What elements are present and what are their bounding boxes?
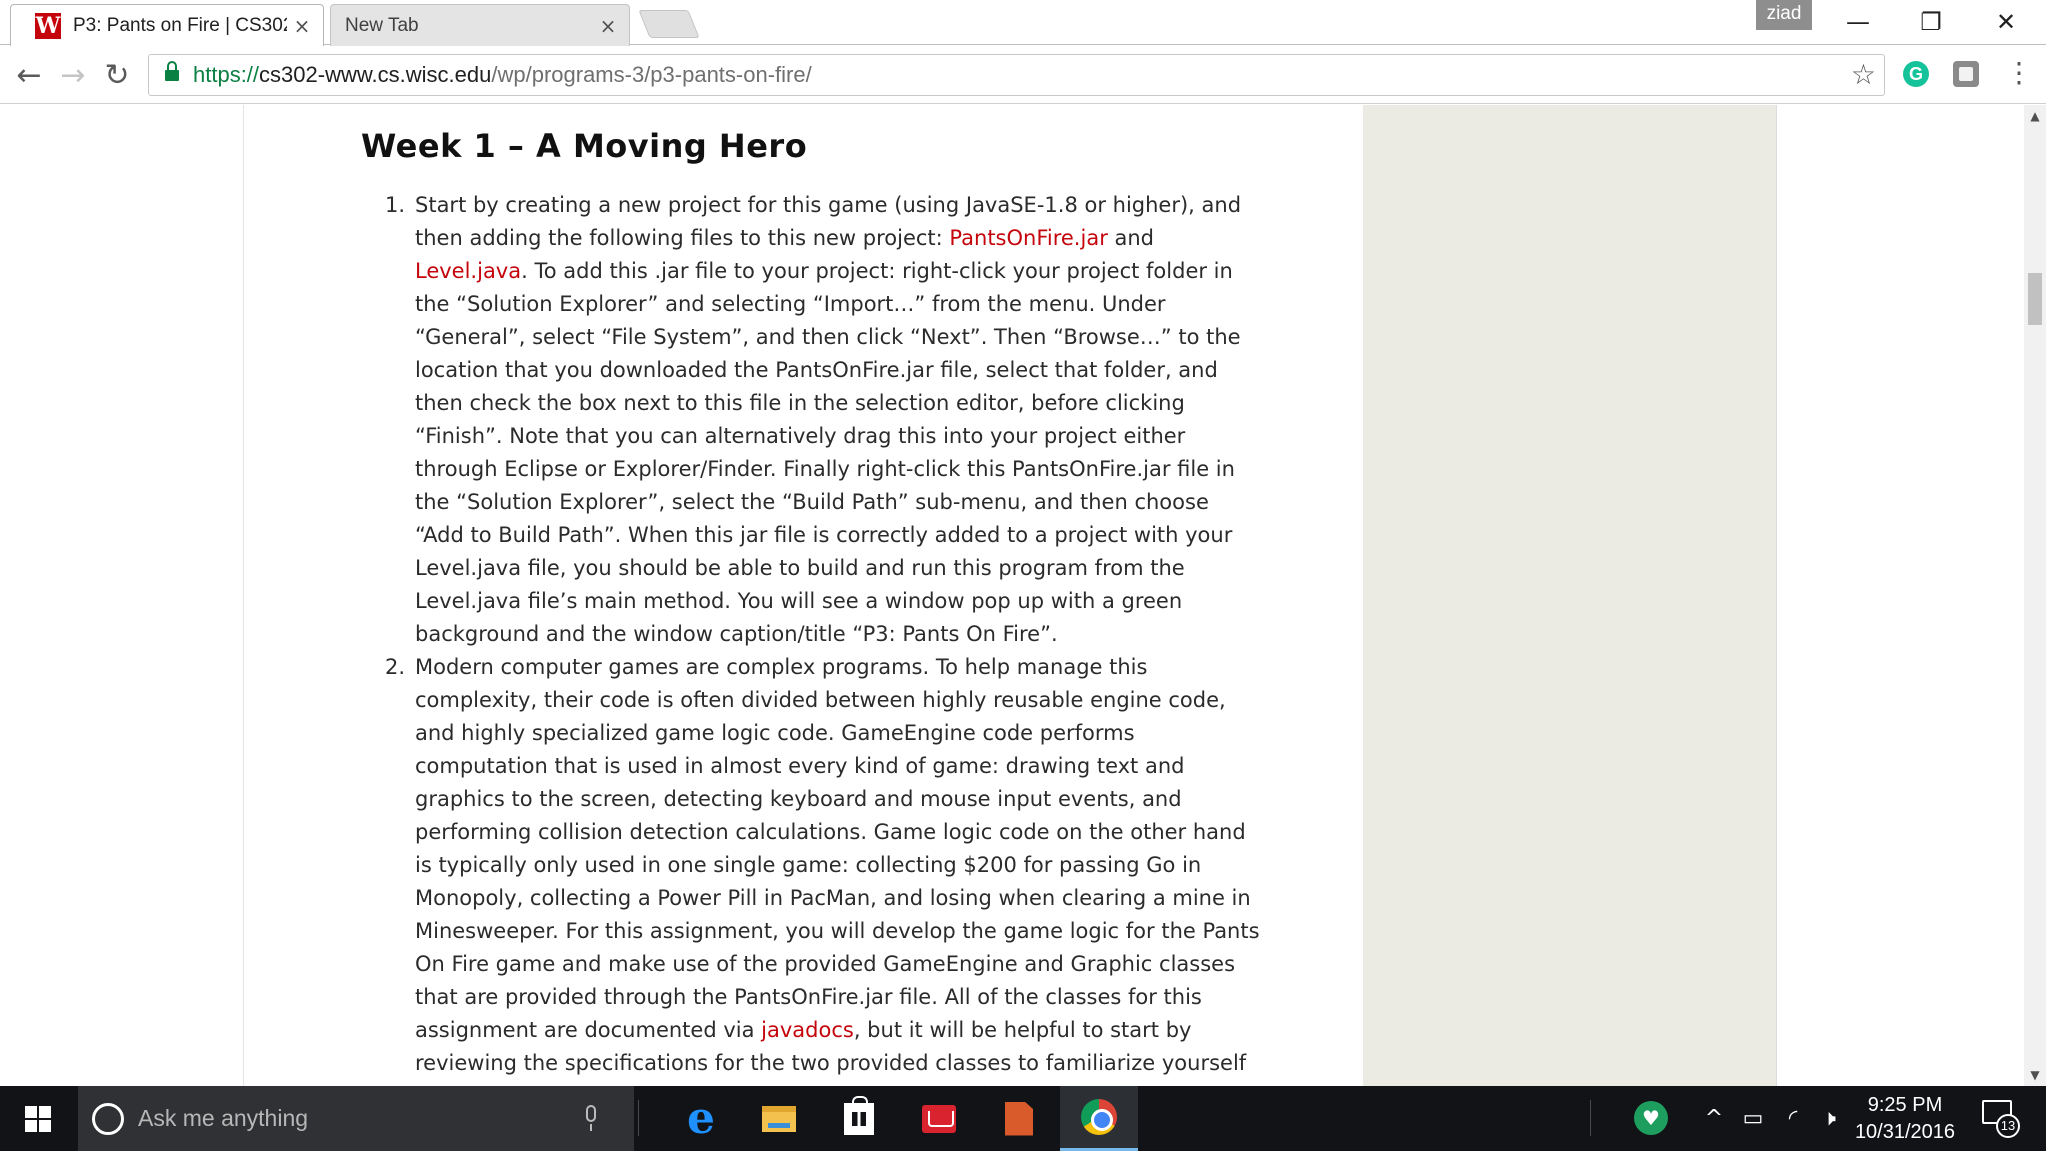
cortana-search-box[interactable]: Ask me anything xyxy=(78,1086,634,1151)
page-viewport: Week 1 – A Moving Hero 1. Start by creati… xyxy=(0,105,2024,1086)
document-taskbar-button[interactable] xyxy=(980,1086,1058,1151)
file-explorer-taskbar-button[interactable] xyxy=(740,1086,818,1151)
wisc-favicon-icon: W xyxy=(35,12,61,39)
page-scrollbar[interactable]: ▲ ▼ xyxy=(2024,105,2046,1086)
system-clock[interactable]: 9:25 PM 10/31/2016 xyxy=(1840,1092,1970,1146)
extension-icon[interactable] xyxy=(1953,61,1979,87)
tab-close-icon[interactable]: × xyxy=(593,14,623,38)
battery-icon[interactable]: ▭ xyxy=(1738,1104,1768,1134)
activity-monitor-icon[interactable]: ♥ xyxy=(1634,1101,1668,1135)
forward-icon[interactable]: → xyxy=(52,54,94,96)
edge-taskbar-button[interactable]: e xyxy=(662,1086,740,1151)
tab-p3-pants-on-fire[interactable]: W P3: Pants on Fire | CS302 × xyxy=(10,4,324,46)
instructions-list: 1. Start by creating a new project for th… xyxy=(361,189,1261,1080)
scroll-thumb[interactable] xyxy=(2028,273,2042,325)
edge-icon: e xyxy=(687,1092,715,1144)
clock-time: 9:25 PM xyxy=(1867,1094,1943,1116)
show-hidden-icons-chevron-icon[interactable]: ^ xyxy=(1700,1104,1728,1134)
list-number: 2. xyxy=(385,655,406,679)
scroll-down-icon[interactable]: ▼ xyxy=(2024,1064,2046,1086)
lock-icon xyxy=(165,61,179,83)
store-taskbar-button[interactable] xyxy=(820,1086,898,1151)
tab-strip: W P3: Pants on Fire | CS302 × New Tab × … xyxy=(0,0,2046,46)
tab-new-tab[interactable]: New Tab × xyxy=(330,4,630,46)
minimize-icon[interactable]: — xyxy=(1820,0,1896,44)
grammarly-extension-icon[interactable]: G xyxy=(1903,61,1929,87)
close-window-icon[interactable]: ✕ xyxy=(1968,0,2044,44)
tab-title: P3: Pants on Fire | CS302 xyxy=(73,14,287,36)
tab-title: New Tab xyxy=(345,14,419,36)
chrome-icon xyxy=(1081,1099,1117,1135)
taskbar: Ask me anything e ♥ ^ ▭ ◜ 🕨 9:25 PM 10/3… xyxy=(0,1086,2046,1151)
clock-date: 10/31/2016 xyxy=(1854,1121,1956,1143)
url-text: https://cs302-www.cs.wisc.edu/wp/program… xyxy=(193,62,812,87)
scroll-up-icon[interactable]: ▲ xyxy=(2024,105,2046,127)
chrome-menu-icon[interactable]: ⋮ xyxy=(2004,56,2034,92)
back-icon[interactable]: ← xyxy=(8,54,50,96)
wifi-icon[interactable]: ◜ xyxy=(1778,1104,1808,1134)
address-bar[interactable]: https://cs302-www.cs.wisc.edu/wp/program… xyxy=(148,54,1885,96)
chrome-taskbar-button[interactable] xyxy=(1060,1086,1138,1151)
list-item: 2. Modern computer games are complex prog… xyxy=(361,651,1261,1080)
section-heading: Week 1 – A Moving Hero xyxy=(361,127,808,165)
microphone-icon[interactable] xyxy=(582,1104,600,1133)
windows-logo-icon xyxy=(25,1105,51,1132)
notification-count-badge: 13 xyxy=(1996,1114,2020,1138)
start-button[interactable] xyxy=(0,1086,76,1151)
list-number: 1. xyxy=(385,193,406,217)
bookmark-star-icon[interactable]: ☆ xyxy=(1851,58,1876,91)
reader-taskbar-button[interactable] xyxy=(900,1086,978,1151)
sidebar xyxy=(1363,105,1777,1086)
taskbar-divider xyxy=(1590,1100,1591,1136)
level-java-link[interactable]: Level.java xyxy=(415,259,521,283)
action-center-icon[interactable]: 13 xyxy=(1982,1100,2020,1138)
store-icon xyxy=(844,1095,874,1135)
restore-icon[interactable]: ❐ xyxy=(1893,0,1969,44)
cortana-icon xyxy=(92,1102,124,1135)
profile-button[interactable]: ziad xyxy=(1756,0,1812,30)
new-tab-button[interactable] xyxy=(638,10,700,38)
folder-icon xyxy=(762,1105,796,1132)
tab-close-icon[interactable]: × xyxy=(287,14,317,38)
article: Week 1 – A Moving Hero 1. Start by creati… xyxy=(361,127,1261,1080)
book-icon xyxy=(922,1104,956,1133)
javadocs-link[interactable]: javadocs xyxy=(761,1018,854,1042)
reload-icon[interactable]: ↻ xyxy=(96,54,138,96)
search-placeholder: Ask me anything xyxy=(138,1105,309,1131)
list-item: 1. Start by creating a new project for th… xyxy=(361,189,1261,651)
document-icon xyxy=(1005,1101,1033,1136)
browser-toolbar: ← → ↻ https://cs302-www.cs.wisc.edu/wp/p… xyxy=(0,46,2046,104)
pantsonfire-jar-link[interactable]: PantsOnFire.jar xyxy=(949,226,1107,250)
taskbar-divider xyxy=(638,1100,639,1136)
main-content: Week 1 – A Moving Hero 1. Start by creati… xyxy=(243,105,1363,1086)
